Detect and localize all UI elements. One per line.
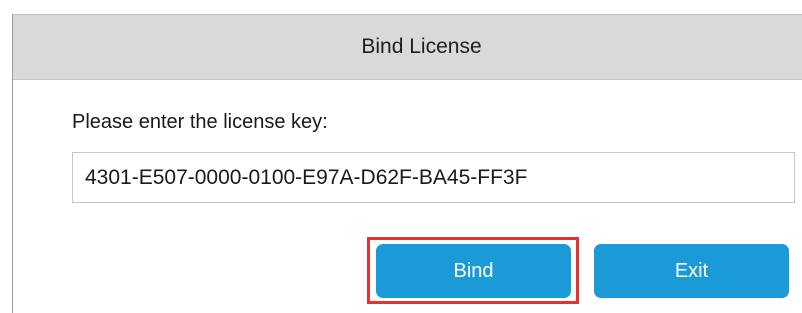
license-key-input[interactable] — [72, 152, 795, 203]
exit-button-label: Exit — [674, 259, 709, 282]
dialog-title: Bind License — [361, 35, 482, 58]
dialog-title-bar[interactable]: Bind License — [13, 15, 802, 80]
exit-button[interactable]: Exit — [594, 244, 789, 298]
bind-button-label: Bind — [453, 259, 494, 282]
bind-button[interactable]: Bind — [376, 244, 571, 298]
license-key-prompt: Please enter the license key: — [72, 111, 328, 133]
bind-license-dialog: Bind License Please enter the license ke… — [12, 14, 802, 313]
